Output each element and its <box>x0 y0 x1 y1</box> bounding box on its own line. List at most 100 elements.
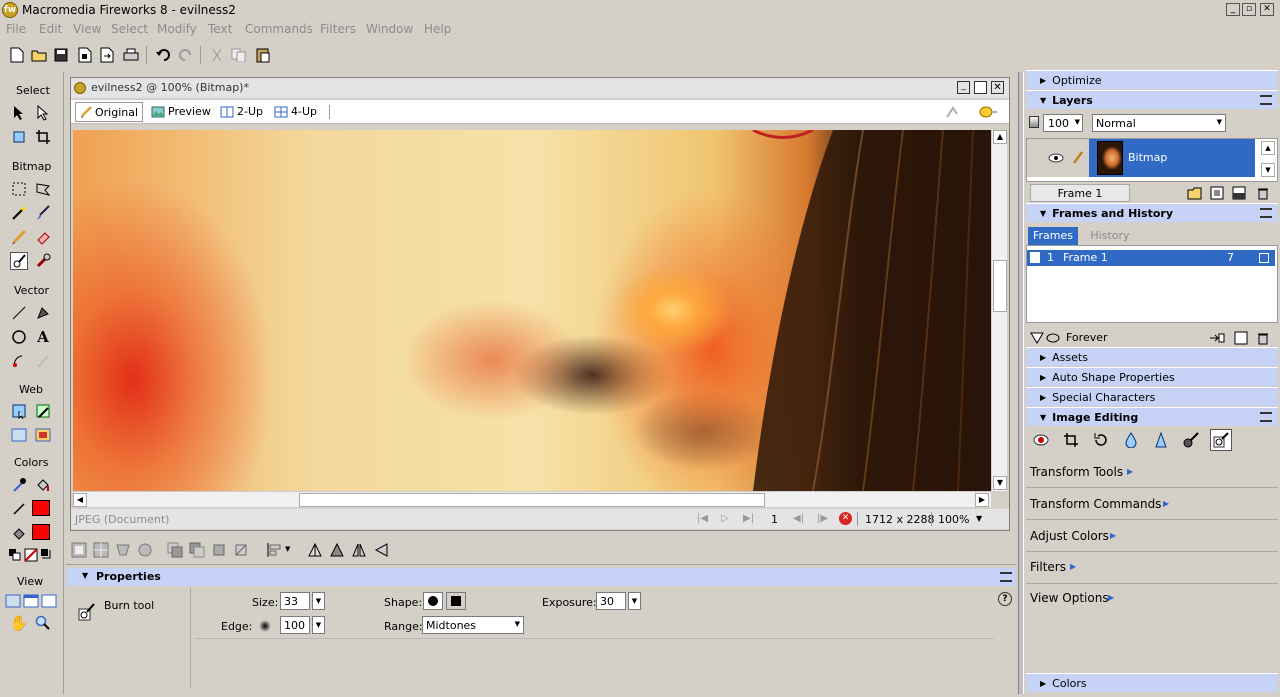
layers-panel-header[interactable]: ▼ Layers <box>1026 90 1278 109</box>
menu-filters[interactable]: Filters <box>320 22 356 36</box>
magic-wand-tool-icon[interactable] <box>10 204 28 222</box>
scroll-thumb-vertical[interactable] <box>993 260 1007 312</box>
next-frame-icon[interactable]: |▶ <box>817 513 828 524</box>
subselection-tool-icon[interactable] <box>34 104 52 122</box>
full-screen-menus-icon[interactable] <box>22 592 40 610</box>
fill-color-icon[interactable] <box>10 524 28 542</box>
exposure-input[interactable]: 30 <box>596 592 626 610</box>
redo-icon[interactable] <box>177 46 195 64</box>
restore-button[interactable]: ▫ <box>1242 3 1256 16</box>
menu-text[interactable]: Text <box>208 22 232 36</box>
blur-tool-icon[interactable] <box>1122 431 1140 449</box>
image-editing-panel-header[interactable]: ▼ Image Editing <box>1026 407 1278 426</box>
scroll-right-arrow-icon[interactable]: ▶ <box>975 493 989 507</box>
play-icon[interactable]: ▷ <box>721 513 729 524</box>
ellipse-tool-icon[interactable] <box>10 328 28 346</box>
delete-frame-icon[interactable] <box>1254 329 1272 347</box>
stroke-color-swatch[interactable] <box>32 500 50 516</box>
swap-colors-icon[interactable] <box>38 546 56 564</box>
open-folder-icon[interactable] <box>30 46 48 64</box>
tab-preview[interactable]: Preview <box>151 105 211 118</box>
horizontal-scrollbar[interactable]: ◀ ▶ <box>73 491 991 507</box>
minimize-button[interactable]: _ <box>1226 3 1240 16</box>
edge-dropdown-arrow-icon[interactable]: ▼ <box>312 616 325 634</box>
round-shape-button[interactable] <box>423 592 443 610</box>
help-button[interactable]: ? <box>998 592 1012 606</box>
new-file-icon[interactable] <box>8 46 26 64</box>
menu-commands[interactable]: Commands <box>245 22 313 36</box>
send-to-back-icon[interactable] <box>232 541 250 559</box>
transform-tools-menu[interactable]: Transform Tools ▶ <box>1026 459 1278 488</box>
bring-to-front-icon[interactable] <box>166 541 184 559</box>
tab-frames[interactable]: Frames <box>1028 227 1078 245</box>
vertical-scrollbar[interactable]: ▲ ▼ <box>991 130 1007 491</box>
join-icon[interactable] <box>114 541 132 559</box>
group-icon[interactable] <box>70 541 88 559</box>
paste-icon[interactable] <box>254 46 272 64</box>
transform-commands-menu[interactable]: Transform Commands ▶ <box>1026 489 1278 520</box>
layer-frame-selector[interactable]: Frame 1 <box>1030 184 1130 202</box>
scale-tool-icon[interactable] <box>10 128 28 146</box>
auto-shape-panel-header[interactable]: ▶ Auto Shape Properties <box>1026 367 1278 386</box>
eye-visibility-icon[interactable] <box>1047 149 1065 167</box>
add-mask-icon[interactable] <box>1230 184 1248 202</box>
eyedropper-tool-icon[interactable] <box>10 476 28 494</box>
crop-image-icon[interactable] <box>1062 431 1080 449</box>
marquee-tool-icon[interactable] <box>10 180 28 198</box>
eraser-tool-icon[interactable] <box>34 228 52 246</box>
adjust-colors-menu[interactable]: Adjust Colors ▶ <box>1026 521 1278 552</box>
range-select[interactable]: Midtones ▼ <box>422 616 524 634</box>
frame-include-icon[interactable] <box>1259 253 1269 263</box>
tab-2up[interactable]: 2-Up <box>220 105 263 118</box>
zoom-level[interactable]: 100% <box>938 513 969 526</box>
new-sublayer-icon[interactable] <box>1186 184 1204 202</box>
freeform-tool-icon[interactable] <box>10 352 28 370</box>
edit-pencil-icon[interactable] <box>1069 149 1087 167</box>
loop-icon[interactable] <box>1044 329 1062 347</box>
size-dropdown-arrow-icon[interactable]: ▼ <box>312 592 325 610</box>
flip-horizontal-icon[interactable] <box>350 541 368 559</box>
duplicate-frame-icon[interactable] <box>1232 329 1250 347</box>
hand-tool-icon[interactable]: ✋ <box>10 614 29 632</box>
scroll-left-arrow-icon[interactable]: ◀ <box>73 493 87 507</box>
full-screen-icon[interactable] <box>40 592 58 610</box>
blend-mode-select[interactable]: Normal ▼ <box>1092 114 1226 132</box>
new-layer-icon[interactable] <box>1208 184 1226 202</box>
opacity-dropdown-arrow-icon[interactable]: ▼ <box>1075 118 1080 126</box>
doc-close-button[interactable]: ✕ <box>991 81 1004 94</box>
pencil-tool-icon[interactable] <box>10 228 28 246</box>
scroll-thumb-horizontal[interactable] <box>299 493 765 507</box>
doc-minimize-button[interactable]: _ <box>957 81 970 94</box>
frame-checkbox-icon[interactable] <box>1030 252 1040 263</box>
assets-panel-header[interactable]: ▶ Assets <box>1026 347 1278 366</box>
tab-4up[interactable]: 4-Up <box>274 105 317 118</box>
save-icon[interactable] <box>52 46 70 64</box>
size-input[interactable]: 33 <box>280 592 310 610</box>
red-eye-tool-icon[interactable] <box>1032 431 1050 449</box>
filters-menu[interactable]: Filters ▶ <box>1026 553 1278 584</box>
special-characters-panel-header[interactable]: ▶ Special Characters <box>1026 387 1278 406</box>
panel-options-icon[interactable] <box>1000 572 1012 582</box>
import-icon[interactable] <box>76 46 94 64</box>
knife-tool-icon[interactable] <box>34 352 52 370</box>
tab-original[interactable]: Original <box>75 102 144 122</box>
pointer-tool-icon[interactable] <box>10 104 28 122</box>
frame-row[interactable]: 1 Frame 1 7 <box>1027 250 1275 266</box>
crop-tool-icon[interactable] <box>34 128 52 146</box>
burn-tool-selected-icon[interactable] <box>1210 429 1232 451</box>
menu-help[interactable]: Help <box>424 22 451 36</box>
panel-splitter[interactable] <box>1018 72 1024 694</box>
hide-slices-icon[interactable] <box>10 426 28 444</box>
show-slices-icon[interactable] <box>34 426 52 444</box>
rotate-left-icon[interactable] <box>306 541 324 559</box>
layer-row-bitmap[interactable]: Bitmap <box>1027 139 1255 177</box>
stroke-color-icon[interactable] <box>10 500 28 518</box>
export-icon[interactable] <box>98 46 116 64</box>
pen-tool-icon[interactable] <box>34 304 52 322</box>
last-frame-icon[interactable]: ▶| <box>743 513 754 524</box>
panel-options-icon[interactable] <box>1260 412 1272 422</box>
canvas-photo[interactable] <box>73 130 991 491</box>
split-icon[interactable] <box>136 541 154 559</box>
lasso-tool-icon[interactable] <box>34 180 52 198</box>
layer-scroll-down-icon[interactable]: ▼ <box>1261 163 1275 177</box>
